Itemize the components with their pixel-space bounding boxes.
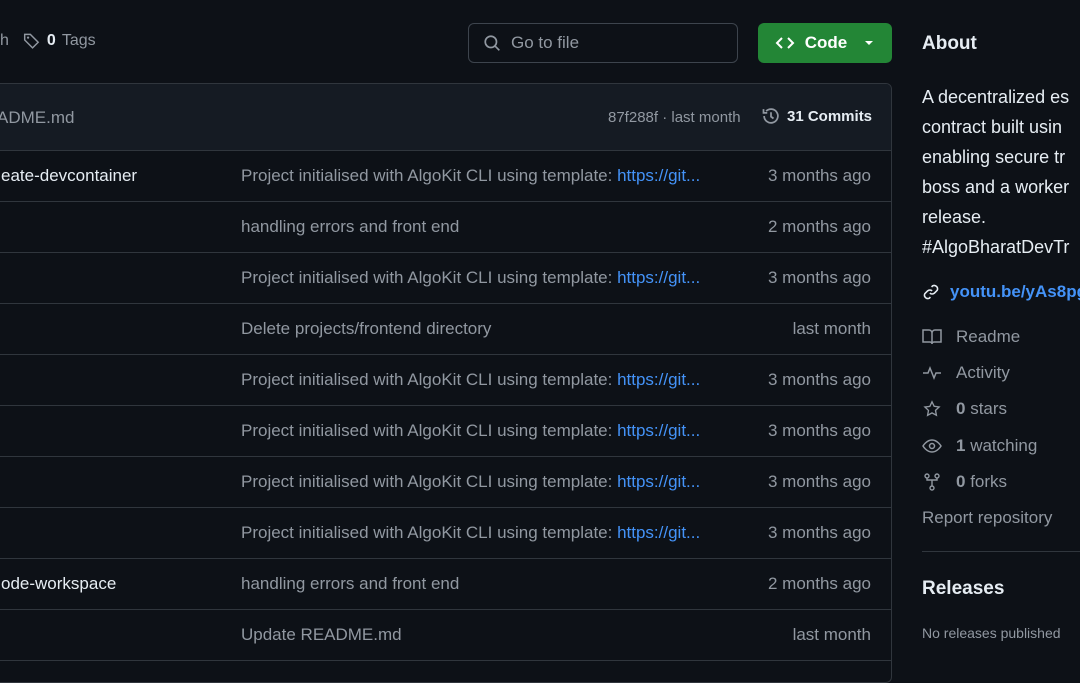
readme-link[interactable]: Readme [922,327,1020,347]
commit-message-text: Update README.md [241,625,402,644]
commit-message-text: Project initialised with AlgoKit CLI usi… [241,166,618,185]
code-button[interactable]: Code [758,23,892,63]
commit-link[interactable]: https://git... [617,370,700,389]
commit-date: 3 months ago [767,523,871,542]
code-label: Code [804,33,848,52]
file-row: Project initialised with AlgoKit CLI usi… [0,508,891,559]
no-releases-text: No releases published [922,625,1061,641]
website-url: youtu.be/yAs8pg [950,282,1080,301]
search-icon [484,35,500,51]
releases-title[interactable]: Releases [922,578,1004,600]
link-icon [923,284,939,300]
file-row: Project initialised with AlgoKit CLI usi… [0,457,891,508]
about-title: About [922,33,977,54]
commit-date: 3 months ago [767,166,871,185]
commit-date: last month [792,625,871,644]
go-to-file-input[interactable]: Go to file [468,23,738,63]
commit-date: 3 months ago [767,421,871,440]
commit-date: last month [792,319,871,338]
commit-message-text: Project initialised with AlgoKit CLI usi… [241,268,618,287]
forks-label: forks [970,472,1008,491]
commit-link[interactable]: https://git... [617,523,700,542]
watchers-link[interactable]: 1 watching [922,436,1037,456]
stars-count: 0 [956,399,966,418]
website-link[interactable]: youtu.be/yAs8pg [922,282,1080,302]
commit-message-text: handling errors and front end [241,574,460,593]
readme-label: Readme [956,327,1021,346]
stars-label: stars [970,399,1008,418]
caret-down-icon [865,41,874,45]
commit-date: 3 months ago [767,268,871,287]
commit-link[interactable]: https://git... [617,268,700,287]
commit-message-text: Project initialised with AlgoKit CLI usi… [241,370,618,389]
divider [922,551,1080,552]
tags-count: 0 [46,32,56,49]
latest-commit-hash[interactable]: 87f288f · last month [608,109,741,126]
commit-message[interactable]: handling errors and front end [241,574,459,594]
commit-message-text: Project initialised with AlgoKit CLI usi… [241,523,618,542]
commit-message[interactable]: Delete projects/frontend directory [241,319,491,339]
commit-message[interactable]: Project initialised with AlgoKit CLI usi… [241,268,700,288]
forks-count: 0 [956,472,966,491]
commit-date: 2 months ago [767,574,871,593]
file-row: Project initialised with AlgoKit CLI usi… [0,253,891,304]
commit-message[interactable]: Project initialised with AlgoKit CLI usi… [241,421,700,441]
commit-date: 3 months ago [767,370,871,389]
latest-commit-bar: ADME.md 87f288f · last month 31 Commits [0,84,891,151]
file-name[interactable]: ode-workspace [1,574,116,594]
commit-date: 3 months ago [767,472,871,491]
repo-description: A decentralized es contract built usin e… [922,87,1070,257]
file-row: Project initialised with AlgoKit CLI usi… [0,406,891,457]
file-name[interactable]: eate-devcontainer [1,166,137,186]
report-repository-link[interactable]: Report repository [922,508,1052,528]
star-icon [923,400,941,417]
activity-label: Activity [956,363,1010,382]
tag-icon [23,33,40,49]
commit-link[interactable]: https://git... [617,421,700,440]
eye-icon [922,439,942,453]
commit-message[interactable]: Project initialised with AlgoKit CLI usi… [241,370,700,390]
fork-icon [924,473,940,491]
latest-commit-message[interactable]: ADME.md [0,108,74,128]
file-row: Project initialised with AlgoKit CLI usi… [0,355,891,406]
commit-message-text: Project initialised with AlgoKit CLI usi… [241,421,618,440]
commit-message-text: Project initialised with AlgoKit CLI usi… [241,472,618,491]
watching-label: watching [970,436,1038,455]
file-row: ode-workspace handling errors and front … [0,559,891,610]
commit-message[interactable]: Project initialised with AlgoKit CLI usi… [241,166,700,186]
file-row: handling errors and front end 2 months a… [0,202,891,253]
tags-label: Tags [61,32,96,49]
watching-count: 1 [956,436,966,455]
commit-message[interactable]: Project initialised with AlgoKit CLI usi… [241,523,700,543]
tags-link[interactable]: h 0 Tags [0,32,96,50]
pulse-icon [923,365,941,381]
commits-link[interactable]: 31 Commits [761,106,872,126]
file-row: eate-devcontainer Project initialised wi… [0,151,891,202]
file-row: Delete projects/frontend directory last … [0,304,891,355]
history-icon [762,108,779,124]
commit-message[interactable]: Project initialised with AlgoKit CLI usi… [241,472,700,492]
commit-message[interactable]: handling errors and front end [241,217,459,237]
commit-message[interactable]: Update README.md [241,625,402,645]
branch-label: h [0,32,9,49]
file-row: Update README.md last month [0,610,891,661]
stars-link[interactable]: 0 stars [922,399,1007,419]
activity-link[interactable]: Activity [922,363,1010,383]
commit-link[interactable]: https://git... [617,472,700,491]
commit-date: 2 months ago [767,217,871,236]
commit-message-text: Delete projects/frontend directory [241,319,492,338]
code-icon [775,37,795,49]
file-table: ADME.md 87f288f · last month 31 Commits … [0,83,892,683]
commits-count: 31 Commits [787,107,873,125]
commit-link[interactable]: https://git... [617,166,700,185]
forks-link[interactable]: 0 forks [922,472,1007,492]
book-icon [922,329,942,345]
commit-message-text: handling errors and front end [241,217,460,236]
search-placeholder: Go to file [511,33,580,52]
